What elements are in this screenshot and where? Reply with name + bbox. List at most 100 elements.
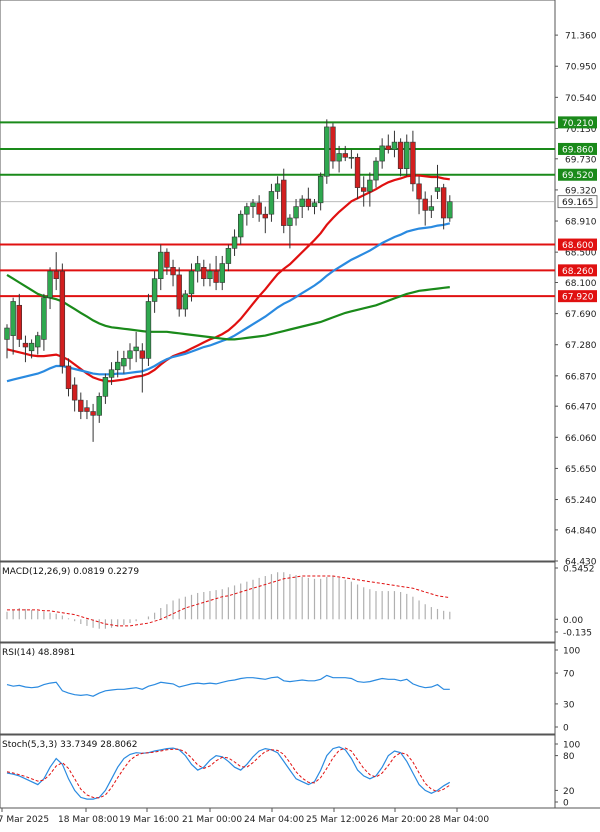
rsi-tick-label: 0 <box>563 724 569 734</box>
candle-body <box>391 141 398 151</box>
candle-body <box>268 191 275 215</box>
candle-body <box>225 248 232 264</box>
candle-body <box>108 369 115 378</box>
candle-body <box>434 187 441 192</box>
candle-body <box>299 198 305 207</box>
time-tick-label: 24 Mar 04:00 <box>244 815 304 825</box>
level-label: 69.860 <box>562 145 594 155</box>
macd-tick-label: -0.135 <box>563 629 592 639</box>
candle-body <box>139 350 145 359</box>
level-label: 69.520 <box>562 171 594 181</box>
rsi-tick-label: 100 <box>563 647 580 657</box>
price-tick-label: 70.950 <box>565 63 597 73</box>
stoch-title: Stoch(5,3,3) 33.7349 28.8062 <box>2 740 137 750</box>
candle-body <box>360 187 367 192</box>
candle-body <box>342 153 348 158</box>
candle-body <box>231 236 238 249</box>
stoch-tick-label: 100 <box>563 741 580 751</box>
candle-body <box>447 201 453 219</box>
candle-body <box>410 141 416 185</box>
candle-body <box>336 153 342 162</box>
price-tick-label: 67.280 <box>565 341 597 351</box>
candle-body <box>244 206 250 215</box>
candle-body <box>35 335 41 348</box>
stoch-tick-label: 20 <box>563 787 575 797</box>
candle-body <box>188 270 195 295</box>
candle-body <box>65 365 72 390</box>
price-tick-label: 68.910 <box>565 218 597 228</box>
stoch-tick-label: 0 <box>563 799 569 809</box>
time-tick-label: 21 Mar 00:00 <box>182 815 242 825</box>
candle-body <box>373 160 379 181</box>
candle-body <box>207 270 213 280</box>
candle-body <box>330 126 336 162</box>
candle-body <box>293 206 299 219</box>
candle-body <box>422 198 428 211</box>
candle-body <box>367 179 373 192</box>
candle-body <box>115 361 121 371</box>
macd-tick-label: 0.00 <box>563 616 583 626</box>
candle-body <box>274 183 281 192</box>
panel-frame-rsi <box>0 642 556 735</box>
candle-body <box>213 270 219 283</box>
candle-body <box>158 251 164 280</box>
candle-body <box>53 270 59 280</box>
candle-body <box>182 293 189 310</box>
candle-body <box>379 145 385 162</box>
price-tick-label: 66.060 <box>565 434 597 444</box>
rsi-tick-label: 70 <box>563 670 575 680</box>
price-tick-label: 71.360 <box>565 32 597 42</box>
current-price-label: 69.165 <box>562 198 594 208</box>
stoch-tick-label: 80 <box>563 752 575 762</box>
candle-body <box>440 187 447 219</box>
candle-body <box>4 327 10 340</box>
candle-body <box>281 179 287 226</box>
price-tick-label: 64.840 <box>565 526 597 536</box>
price-tick-label: 67.690 <box>565 310 597 320</box>
level-label: 70.210 <box>562 119 594 129</box>
candle-body <box>41 297 47 340</box>
price-tick-label: 66.870 <box>565 372 597 382</box>
candle-body <box>96 396 102 416</box>
candle-body <box>102 377 109 397</box>
candle-body <box>121 358 127 367</box>
panel-frame-main <box>0 0 556 562</box>
chart-root: 71.360 70.950 70.540 70.130 69.730 69.320 68.9… <box>0 0 600 828</box>
rsi-title: RSI(14) 48.8981 <box>2 648 75 658</box>
time-tick-label: 25 Mar 12:00 <box>306 815 366 825</box>
candle-body <box>47 270 53 298</box>
time-tick-label: 28 Mar 04:00 <box>429 815 489 825</box>
candle-body <box>324 126 330 177</box>
candle-body <box>238 213 244 238</box>
price-tick-label: 69.730 <box>565 155 597 165</box>
candle-body <box>164 251 170 268</box>
candle-body <box>90 411 96 416</box>
candle-body <box>311 202 318 207</box>
candle-body <box>305 198 312 207</box>
candle-body <box>133 346 139 352</box>
time-tick-label: 19 Mar 16:00 <box>119 815 179 825</box>
candle-body <box>194 263 201 272</box>
candle-body <box>250 202 256 207</box>
candle-body <box>428 206 435 211</box>
candle-body <box>127 350 133 359</box>
price-tick-label: 65.240 <box>565 496 597 506</box>
macd-title: MACD(12,26,9) 0.0819 0.2279 <box>2 567 139 577</box>
price-tick-label: 65.650 <box>565 465 597 475</box>
candle-body <box>385 145 391 151</box>
candle-body <box>404 141 410 169</box>
candle-body <box>78 399 84 412</box>
candle-body <box>256 202 262 215</box>
candle-body <box>71 384 78 401</box>
candle-body <box>262 213 268 219</box>
candle-body <box>317 175 324 204</box>
candle-body <box>16 304 22 340</box>
level-label: 68.260 <box>562 267 594 277</box>
price-tick-label: 69.320 <box>565 186 597 196</box>
time-tick-label: 26 Mar 20:00 <box>367 815 427 825</box>
candle-body <box>287 217 293 226</box>
time-tick-label: 17 Mar 2025 <box>0 815 49 825</box>
candle-body <box>170 267 176 276</box>
candle-body <box>397 141 404 169</box>
candle-body <box>28 342 35 352</box>
